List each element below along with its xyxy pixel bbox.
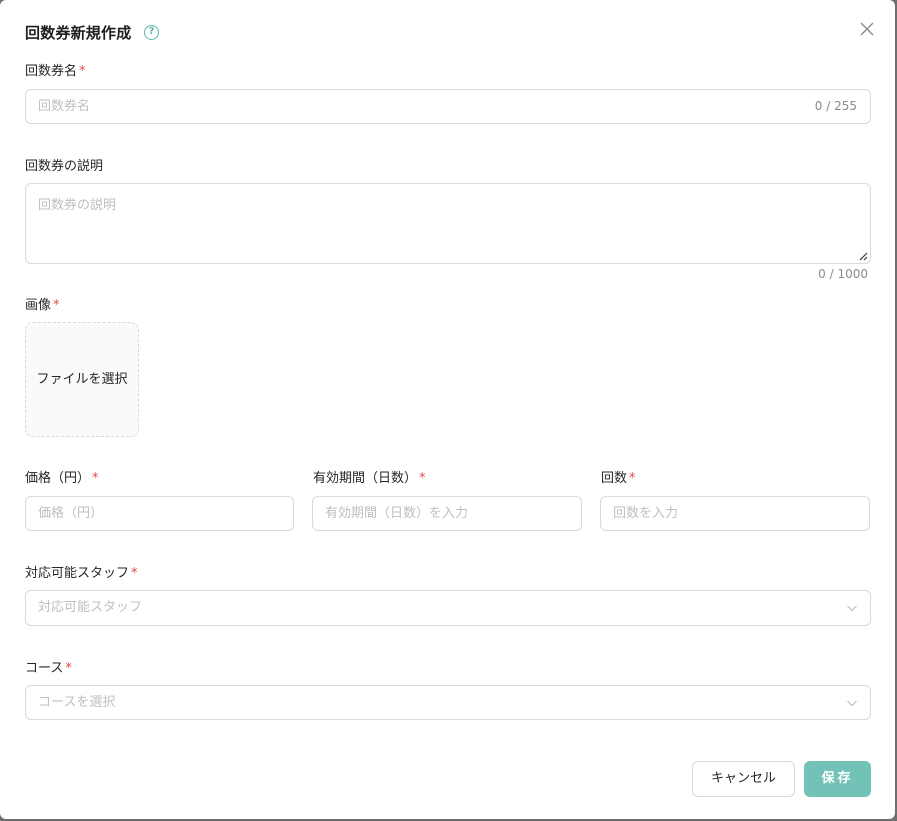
modal-title: 回数券新規作成 <box>25 24 132 42</box>
chevron-down-icon <box>847 605 857 612</box>
course-label: コース * <box>25 661 72 676</box>
required-mark: * <box>53 298 60 313</box>
staff-label: 対応可能スタッフ * <box>25 566 138 581</box>
required-mark: * <box>419 471 426 486</box>
validity-input[interactable]: 有効期間（日数）を入力 <box>312 496 582 531</box>
name-placeholder: 回数券名 <box>38 99 91 114</box>
image-label: 画像 * <box>25 298 60 313</box>
resize-handle-icon[interactable] <box>858 251 868 261</box>
staff-select[interactable]: 対応可能スタッフ <box>25 590 871 626</box>
close-icon[interactable] <box>859 21 875 37</box>
price-placeholder: 価格（円） <box>38 506 104 521</box>
course-select[interactable]: コースを選択 <box>25 685 871 720</box>
description-placeholder: 回数券の説明 <box>38 198 117 213</box>
description-textarea[interactable]: 回数券の説明 <box>25 183 871 264</box>
required-mark: * <box>79 64 86 79</box>
validity-label: 有効期間（日数） * <box>313 471 426 486</box>
required-mark: * <box>65 661 72 676</box>
price-label: 価格（円） * <box>25 471 99 486</box>
chevron-down-icon <box>847 700 857 707</box>
required-mark: * <box>92 471 99 486</box>
question-circle-icon[interactable]: ? <box>144 25 159 40</box>
course-placeholder: コースを選択 <box>38 695 116 710</box>
count-label: 回数 * <box>601 471 636 486</box>
description-label: 回数券の説明 <box>25 159 104 174</box>
price-input[interactable]: 価格（円） <box>25 496 294 531</box>
required-mark: * <box>629 471 636 486</box>
file-upload-button[interactable]: ファイルを選択 <box>25 322 139 437</box>
cancel-button[interactable]: キャンセル <box>692 761 795 797</box>
ticket-create-modal: 回数券新規作成 ? 回数券名 * 回数券名 0 / 255 回数券の説明 回数券の… <box>0 0 895 819</box>
count-placeholder: 回数を入力 <box>613 506 679 521</box>
count-input[interactable]: 回数を入力 <box>600 496 870 531</box>
required-mark: * <box>131 566 138 581</box>
description-char-counter: 0 / 1000 <box>818 267 868 281</box>
name-label: 回数券名 * <box>25 64 86 79</box>
staff-placeholder: 対応可能スタッフ <box>38 600 143 615</box>
save-button[interactable]: 保存 <box>804 761 871 797</box>
validity-placeholder: 有効期間（日数）を入力 <box>325 506 469 521</box>
name-char-counter: 0 / 255 <box>814 99 857 113</box>
name-input[interactable]: 回数券名 0 / 255 <box>25 89 871 124</box>
